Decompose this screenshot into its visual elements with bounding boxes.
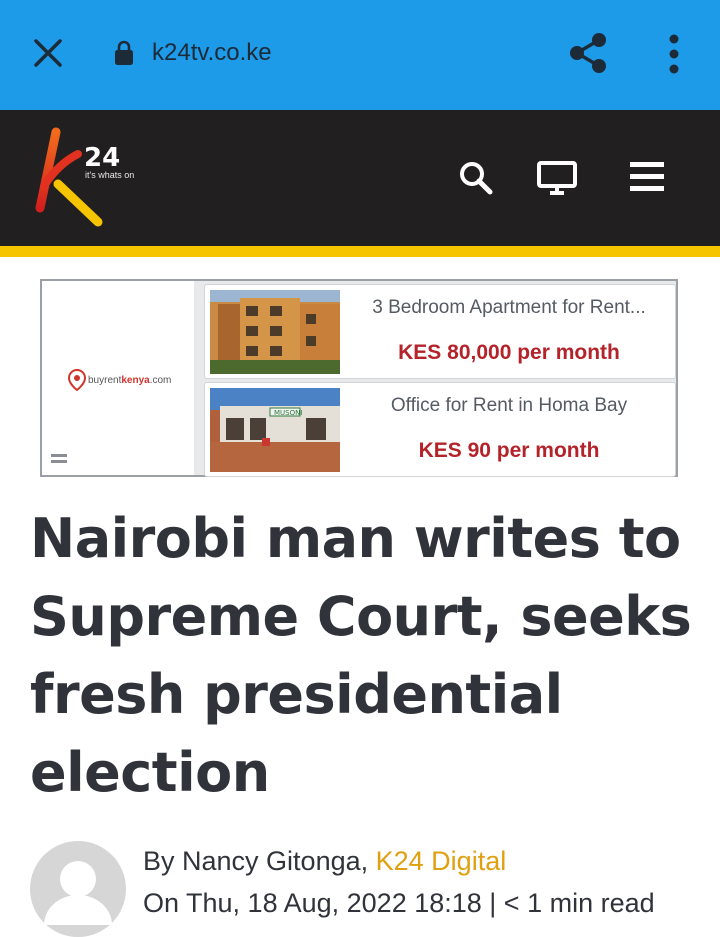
buyrentkenya-logo[interactable]: buyrentkenya.com xyxy=(68,369,171,391)
read-time: | < 1 min read xyxy=(481,888,655,918)
url-text[interactable]: k24tv.co.ke xyxy=(152,39,272,67)
byline-separator: , xyxy=(360,846,376,876)
article-headline: Nairobi man writes to Supreme Court, see… xyxy=(30,507,692,804)
ad-menu-icon[interactable] xyxy=(51,453,67,465)
ad-listing[interactable]: MUSONI Office for Rent in Homa Bay KES 9… xyxy=(204,382,676,477)
listing-price: KES 90 per month xyxy=(418,439,600,462)
apartment-photo xyxy=(210,290,340,374)
menu-icon[interactable] xyxy=(630,160,664,192)
listing-title: Office for Rent in Homa Bay xyxy=(390,395,628,416)
ad-brand-panel: buyrentkenya.com xyxy=(42,281,194,475)
publish-date: Thu, 18 Aug, 2022 18:18 xyxy=(186,888,482,918)
lock-icon xyxy=(115,40,133,65)
author-avatar[interactable] xyxy=(30,841,126,937)
logo-tagline: it's whats on xyxy=(85,170,135,180)
article-byline: By Nancy Gitonga, K24 Digital xyxy=(143,846,506,877)
share-icon[interactable] xyxy=(566,30,610,76)
ad-listing[interactable]: 3 Bedroom Apartment for Rent... KES 80,0… xyxy=(204,284,676,379)
ad-listings: 3 Bedroom Apartment for Rent... KES 80,0… xyxy=(194,281,676,477)
listing-price: KES 80,000 per month xyxy=(398,341,620,364)
author-name[interactable]: Nancy Gitonga xyxy=(182,846,361,876)
browser-toolbar: k24tv.co.ke xyxy=(0,0,720,110)
listing-title: 3 Bedroom Apartment for Rent... xyxy=(372,297,646,318)
more-vert-icon[interactable] xyxy=(666,34,682,74)
byline-prefix: By xyxy=(143,846,183,876)
header-accent-stripe xyxy=(0,246,720,257)
office-photo: MUSONI xyxy=(210,388,340,472)
article-dateline: On Thu, 18 Aug, 2022 18:18 | < 1 min rea… xyxy=(143,888,655,919)
close-icon[interactable] xyxy=(30,35,66,71)
tv-icon[interactable] xyxy=(536,160,578,196)
search-icon[interactable] xyxy=(458,160,494,196)
location-pin-icon xyxy=(68,369,86,391)
outlet-link[interactable]: K24 Digital xyxy=(376,846,507,876)
sign-text: MUSONI xyxy=(274,409,302,417)
date-prefix: On xyxy=(143,888,187,918)
logo-number: 24 xyxy=(84,143,120,173)
brand-name: buyrentkenya.com xyxy=(88,374,172,386)
advertisement-banner[interactable]: buyrentkenya.com 3 Bedroom Apartment for… xyxy=(40,279,678,477)
